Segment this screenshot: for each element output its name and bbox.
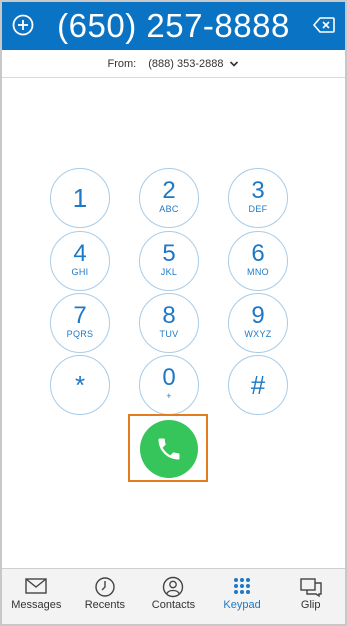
person-icon: [163, 576, 184, 598]
key-digit: 2: [162, 177, 176, 204]
key-digit: 4: [73, 240, 87, 267]
key-6[interactable]: 6 MNO: [228, 231, 288, 291]
key-letters: +: [166, 391, 172, 401]
key-3[interactable]: 3 DEF: [228, 168, 288, 228]
key-9[interactable]: 9 WXYZ: [228, 293, 288, 353]
tab-label: Keypad: [223, 599, 261, 611]
tab-recents[interactable]: Recents: [71, 569, 140, 624]
key-digit: 9: [251, 302, 265, 329]
chat-icon: [299, 578, 322, 598]
key-digit: 5: [162, 240, 176, 267]
key-digit: 6: [251, 240, 265, 267]
key-0[interactable]: 0 +: [139, 355, 199, 415]
clock-icon: [95, 577, 115, 597]
key-1[interactable]: 1: [50, 168, 110, 228]
call-button[interactable]: [140, 420, 198, 478]
key-letters: ABC: [159, 204, 179, 214]
tab-label: Recents: [84, 599, 126, 611]
app-window: (650) 257-8888 From: (888) 353-2888 1 2 …: [0, 0, 347, 626]
key-letters: PQRS: [66, 329, 94, 339]
tab-messages[interactable]: Messages: [2, 569, 71, 624]
tab-label: Glip: [300, 599, 321, 611]
key-digit: 7: [73, 302, 87, 329]
key-2[interactable]: 2 ABC: [139, 168, 199, 228]
tab-label: Contacts: [151, 599, 196, 611]
key-digit: *: [74, 370, 86, 400]
key-digit: 0: [162, 364, 176, 391]
key-digit: 3: [251, 177, 265, 204]
key-letters: JKL: [160, 267, 178, 277]
key-8[interactable]: 8 TUV: [139, 293, 199, 353]
tab-contacts[interactable]: Contacts: [139, 569, 208, 624]
dial-keypad: 1 2 ABC 3 DEF 4 GHI 5 JKL 6 MNO 7 PQRS 8…: [2, 2, 345, 562]
keypad-icon: [234, 578, 251, 594]
key-star[interactable]: *: [50, 355, 110, 415]
key-digit: 1: [72, 183, 88, 213]
key-letters: WXYZ: [244, 329, 272, 339]
key-7[interactable]: 7 PQRS: [50, 293, 110, 353]
key-4[interactable]: 4 GHI: [50, 231, 110, 291]
call-highlight: [128, 414, 208, 482]
key-letters: MNO: [247, 267, 269, 277]
key-digit: #: [250, 370, 266, 400]
tab-glip[interactable]: Glip: [276, 569, 345, 624]
phone-icon: [158, 438, 180, 460]
key-letters: DEF: [248, 204, 268, 214]
bottom-tab-bar: Messages Recents Contacts Keypad Glip: [2, 568, 345, 624]
envelope-icon: [25, 578, 47, 594]
tab-label: Messages: [11, 599, 62, 611]
key-hash[interactable]: #: [228, 355, 288, 415]
tab-keypad[interactable]: Keypad: [208, 569, 277, 624]
key-digit: 8: [162, 302, 176, 329]
key-5[interactable]: 5 JKL: [139, 231, 199, 291]
key-letters: GHI: [71, 267, 89, 277]
key-letters: TUV: [159, 329, 179, 339]
